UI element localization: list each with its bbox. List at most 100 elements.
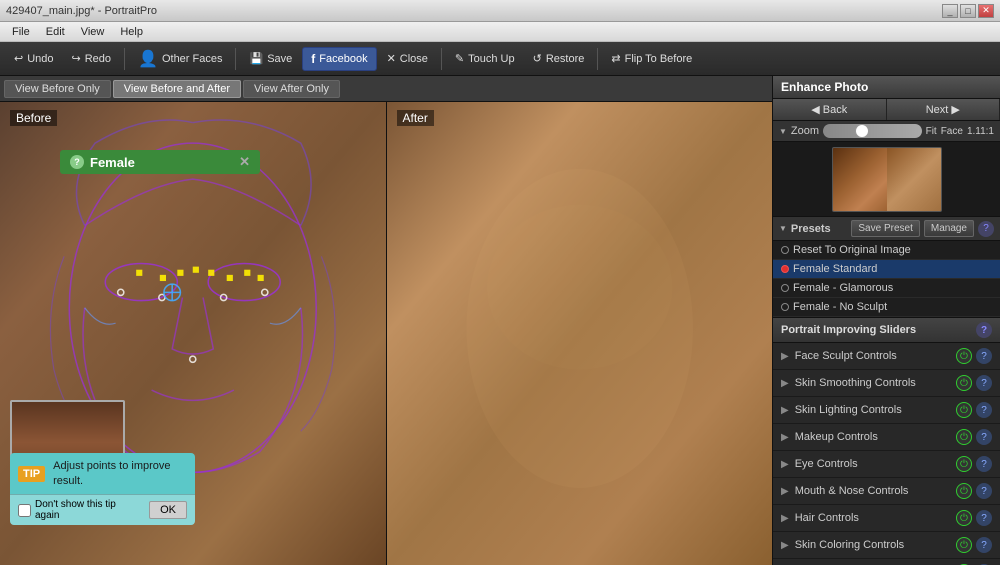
slider-help-button-0[interactable]: ? (976, 348, 992, 364)
slider-arrow-icon-7: ▶ (781, 540, 789, 551)
left-panel: View Before Only View Before and After V… (0, 76, 772, 565)
separator-4 (597, 48, 598, 70)
after-panel[interactable]: After (387, 102, 773, 565)
view-after-only-button[interactable]: View After Only (243, 80, 340, 98)
slider-list: ▶ Face Sculpt Controls ⏻ ? ▶ Skin Smooth… (773, 343, 1000, 565)
separator-1 (124, 48, 125, 70)
slider-help-button-5[interactable]: ? (976, 483, 992, 499)
maximize-button[interactable]: □ (960, 4, 976, 18)
slider-skin-smoothing[interactable]: ▶ Skin Smoothing Controls ⏻ ? (773, 370, 1000, 397)
zoom-fit-button[interactable]: Fit (926, 126, 937, 137)
preset-radio-2 (781, 284, 789, 292)
after-overlay (387, 102, 773, 565)
touch-up-button[interactable]: ✎ Touch Up (447, 48, 523, 69)
slider-arrow-icon-4: ▶ (781, 459, 789, 470)
slider-arrow-icon-6: ▶ (781, 513, 789, 524)
preset-list: Reset To Original Image Female Standard … (773, 241, 1000, 318)
slider-power-button-5[interactable]: ⏻ (956, 483, 972, 499)
slider-skin-coloring[interactable]: ▶ Skin Coloring Controls ⏻ ? (773, 532, 1000, 559)
slider-help-button-6[interactable]: ? (976, 510, 992, 526)
back-button[interactable]: ◀ Back (773, 99, 887, 120)
preset-item-glamorous[interactable]: Female - Glamorous (773, 279, 1000, 298)
zoom-triangle-icon: ▼ (779, 127, 787, 136)
facebook-button[interactable]: f Facebook (302, 47, 376, 71)
menu-file[interactable]: File (4, 22, 38, 41)
flip-button[interactable]: ⇄ Flip To Before (603, 48, 700, 69)
close-button[interactable]: ✕ Close (379, 48, 436, 69)
window-controls: _ □ ✕ (942, 4, 994, 18)
close-window-button[interactable]: ✕ (978, 4, 994, 18)
restore-icon: ↺ (533, 52, 542, 65)
slider-help-button-2[interactable]: ? (976, 402, 992, 418)
menu-help[interactable]: Help (112, 22, 151, 41)
presets-help-button[interactable]: ? (978, 221, 994, 237)
image-area: Before (0, 102, 772, 565)
menu-view[interactable]: View (73, 22, 113, 41)
facebook-icon: f (311, 52, 315, 66)
preset-radio-3 (781, 303, 789, 311)
enhance-header: Enhance Photo (773, 76, 1000, 99)
slider-skin-lighting[interactable]: ▶ Skin Lighting Controls ⏻ ? (773, 397, 1000, 424)
thumbnail-area (773, 142, 1000, 217)
gender-close-button[interactable]: ✕ (239, 154, 250, 170)
faces-icon: 👤 (138, 49, 158, 69)
right-panel: Enhance Photo ◀ Back Next ▶ ▼ Zoom Fit F… (772, 76, 1000, 565)
next-button[interactable]: Next ▶ (887, 99, 1000, 120)
slider-power-button-4[interactable]: ⏻ (956, 456, 972, 472)
slider-hair[interactable]: ▶ Hair Controls ⏻ ? (773, 505, 1000, 532)
slider-eye[interactable]: ▶ Eye Controls ⏻ ? (773, 451, 1000, 478)
slider-help-button-7[interactable]: ? (976, 537, 992, 553)
tip-checkbox-input[interactable] (18, 504, 31, 517)
menu-edit[interactable]: Edit (38, 22, 73, 41)
slider-help-button-3[interactable]: ? (976, 429, 992, 445)
minimize-button[interactable]: _ (942, 4, 958, 18)
slider-power-button-6[interactable]: ⏻ (956, 510, 972, 526)
close-icon: ✕ (387, 52, 396, 65)
slider-power-button-3[interactable]: ⏻ (956, 429, 972, 445)
window-title: 429407_main.jpg* - PortraitPro (6, 5, 942, 17)
slider-makeup[interactable]: ▶ Makeup Controls ⏻ ? (773, 424, 1000, 451)
title-bar: 429407_main.jpg* - PortraitPro _ □ ✕ (0, 0, 1000, 22)
view-before-after-button[interactable]: View Before and After (113, 80, 241, 98)
restore-button[interactable]: ↺ Restore (525, 48, 593, 69)
slider-power-button-1[interactable]: ⏻ (956, 375, 972, 391)
toolbar: ↩ Undo ↪ Redo 👤 Other Faces 💾 Save f Fac… (0, 42, 1000, 76)
other-faces-button[interactable]: 👤 Other Faces (130, 45, 230, 73)
before-label: Before (10, 110, 57, 126)
redo-icon: ↪ (72, 52, 81, 65)
tip-text: Adjust points to improve result. (53, 459, 187, 488)
zoom-label: Zoom (791, 125, 819, 137)
sliders-help-button[interactable]: ? (976, 322, 992, 338)
slider-power-button-7[interactable]: ⏻ (956, 537, 972, 553)
slider-help-button-4[interactable]: ? (976, 456, 992, 472)
view-before-only-button[interactable]: View Before Only (4, 80, 111, 98)
zoom-ratio: 1.11:1 (967, 126, 994, 137)
manage-presets-button[interactable]: Manage (924, 220, 974, 237)
tip-ok-button[interactable]: OK (149, 501, 187, 519)
preset-item-female-standard[interactable]: Female Standard (773, 260, 1000, 279)
before-panel[interactable]: Before (0, 102, 387, 565)
slider-power-button-2[interactable]: ⏻ (956, 402, 972, 418)
zoom-slider[interactable] (823, 124, 922, 138)
save-button[interactable]: 💾 Save (241, 48, 300, 69)
preset-item-no-sculpt[interactable]: Female - No Sculpt (773, 298, 1000, 317)
zoom-thumb (855, 124, 869, 138)
tip-footer: Don't show this tip again OK (10, 494, 195, 525)
slider-mouth-nose[interactable]: ▶ Mouth & Nose Controls ⏻ ? (773, 478, 1000, 505)
redo-button[interactable]: ↪ Redo (64, 48, 120, 69)
save-preset-button[interactable]: Save Preset (851, 220, 919, 237)
preset-item-reset[interactable]: Reset To Original Image (773, 241, 1000, 260)
gender-label: ? Female ✕ (60, 150, 260, 174)
zoom-face-button[interactable]: Face (941, 126, 963, 137)
slider-help-button-1[interactable]: ? (976, 375, 992, 391)
flip-icon: ⇄ (611, 52, 620, 65)
presets-row: ▼ Presets Save Preset Manage ? (773, 217, 1000, 241)
slider-picture[interactable]: ▶ Picture Controls ⏻ ? (773, 559, 1000, 565)
undo-button[interactable]: ↩ Undo (6, 48, 62, 69)
separator-2 (235, 48, 236, 70)
sliders-header: Portrait Improving Sliders ? (773, 318, 1000, 343)
presets-triangle-icon: ▼ (779, 224, 787, 233)
slider-face-sculpt[interactable]: ▶ Face Sculpt Controls ⏻ ? (773, 343, 1000, 370)
slider-power-button-0[interactable]: ⏻ (956, 348, 972, 364)
tip-checkbox[interactable]: Don't show this tip again (18, 499, 141, 521)
